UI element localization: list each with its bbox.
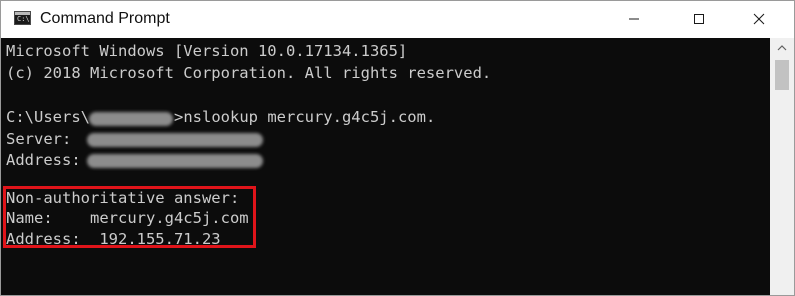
console-area[interactable]: Microsoft Windows [Version 10.0.17134.13… <box>1 38 770 295</box>
command-prompt-window: C:\ Command Prompt Microsoft Windows [Ve… <box>0 0 795 296</box>
maximize-button[interactable] <box>676 1 722 37</box>
scroll-thumb[interactable] <box>775 60 789 90</box>
cmd-icon[interactable]: C:\ <box>14 11 31 25</box>
chevron-up-icon <box>777 45 787 51</box>
maximize-icon <box>694 14 704 24</box>
console-line-prompt-path: C:\Users\ <box>6 108 90 126</box>
minimize-icon <box>629 18 639 20</box>
window-title: Command Prompt <box>40 10 170 27</box>
redacted-username <box>89 112 173 126</box>
scroll-up-button[interactable] <box>770 38 794 58</box>
close-button[interactable] <box>736 1 782 37</box>
console-line-version: Microsoft Windows [Version 10.0.17134.13… <box>6 42 408 60</box>
title-bar[interactable]: C:\ Command Prompt <box>1 1 794 37</box>
redacted-address <box>87 154 263 168</box>
console-line-server-label: Server: <box>6 130 72 148</box>
redacted-server <box>87 133 263 147</box>
answer-highlight-box <box>3 186 256 248</box>
vertical-scrollbar[interactable] <box>770 38 794 295</box>
console-line-address-label: Address: <box>6 151 81 169</box>
console-line-copyright: (c) 2018 Microsoft Corporation. All righ… <box>6 64 492 82</box>
close-icon <box>753 13 765 25</box>
minimize-button[interactable] <box>611 1 657 37</box>
console-line-command: >nslookup mercury.g4c5j.com. <box>174 108 436 126</box>
